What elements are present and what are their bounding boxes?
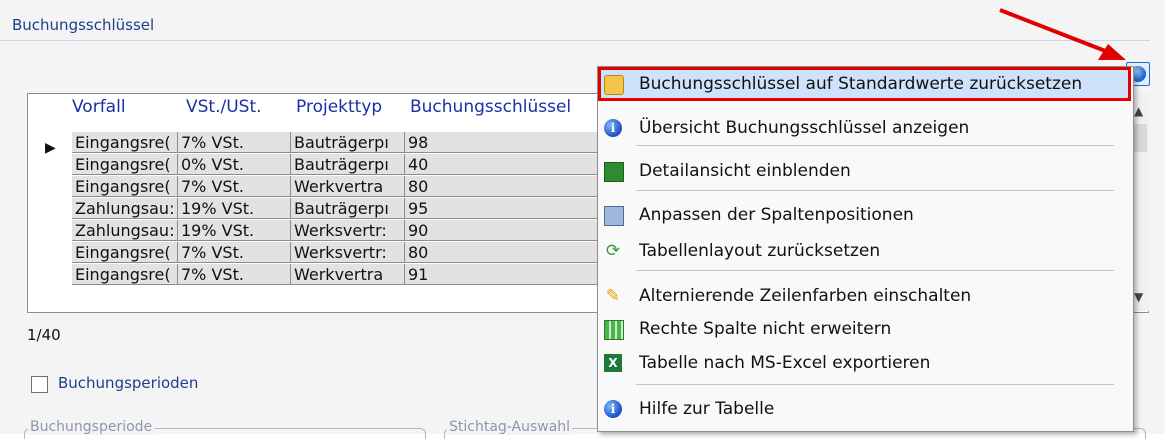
menu-item-column-positions[interactable]: Anpassen der Spaltenpositionen (598, 199, 1133, 231)
menu-item-label: Hilfe zur Tabelle (639, 399, 775, 419)
help-icon: i (604, 400, 622, 418)
menu-item-excel-export[interactable]: X Tabelle nach MS-Excel exportieren (598, 347, 1133, 379)
excel-icon: X (604, 354, 622, 372)
reset-database-icon (604, 75, 624, 95)
menu-item-reset-layout[interactable]: ⟳ Tabellenlayout zurücksetzen (598, 235, 1133, 267)
menu-item-detail-view[interactable]: Detailansicht einblenden (598, 155, 1133, 187)
grid-icon (604, 320, 624, 340)
menu-separator (636, 384, 1114, 385)
menu-separator (636, 190, 1114, 191)
menu-item-label: Übersicht Buchungsschlüssel anzeigen (639, 118, 970, 138)
menu-item-reset-defaults[interactable]: Buchungsschlüssel auf Standardwerte zurü… (598, 68, 1133, 100)
menu-item-label: Detailansicht einblenden (639, 161, 851, 181)
menu-item-label: Buchungsschlüssel auf Standardwerte zurü… (639, 74, 1083, 94)
context-menu: Buchungsschlüssel auf Standardwerte zurü… (597, 66, 1134, 432)
menu-item-help[interactable]: i Hilfe zur Tabelle (598, 393, 1133, 425)
info-icon: i (604, 119, 622, 137)
menu-item-label: Tabellenlayout zurücksetzen (639, 241, 881, 261)
refresh-icon: ⟳ (605, 241, 621, 261)
alternate-rows-icon: ✎ (605, 286, 621, 306)
columns-icon (604, 206, 624, 226)
menu-item-label: Anpassen der Spaltenpositionen (639, 205, 914, 225)
detail-view-icon (604, 162, 624, 182)
menu-item-right-column[interactable]: Rechte Spalte nicht erweitern (598, 313, 1133, 345)
menu-item-alternate-rows[interactable]: ✎ Alternierende Zeilenfarben einschalten (598, 280, 1133, 312)
menu-separator (636, 145, 1114, 146)
menu-item-label: Tabelle nach MS-Excel exportieren (639, 353, 931, 373)
menu-item-label: Alternierende Zeilenfarben einschalten (639, 286, 972, 306)
menu-item-label: Rechte Spalte nicht erweitern (639, 319, 892, 339)
menu-item-overview[interactable]: i Übersicht Buchungsschlüssel anzeigen (598, 112, 1133, 144)
menu-separator (636, 270, 1114, 271)
